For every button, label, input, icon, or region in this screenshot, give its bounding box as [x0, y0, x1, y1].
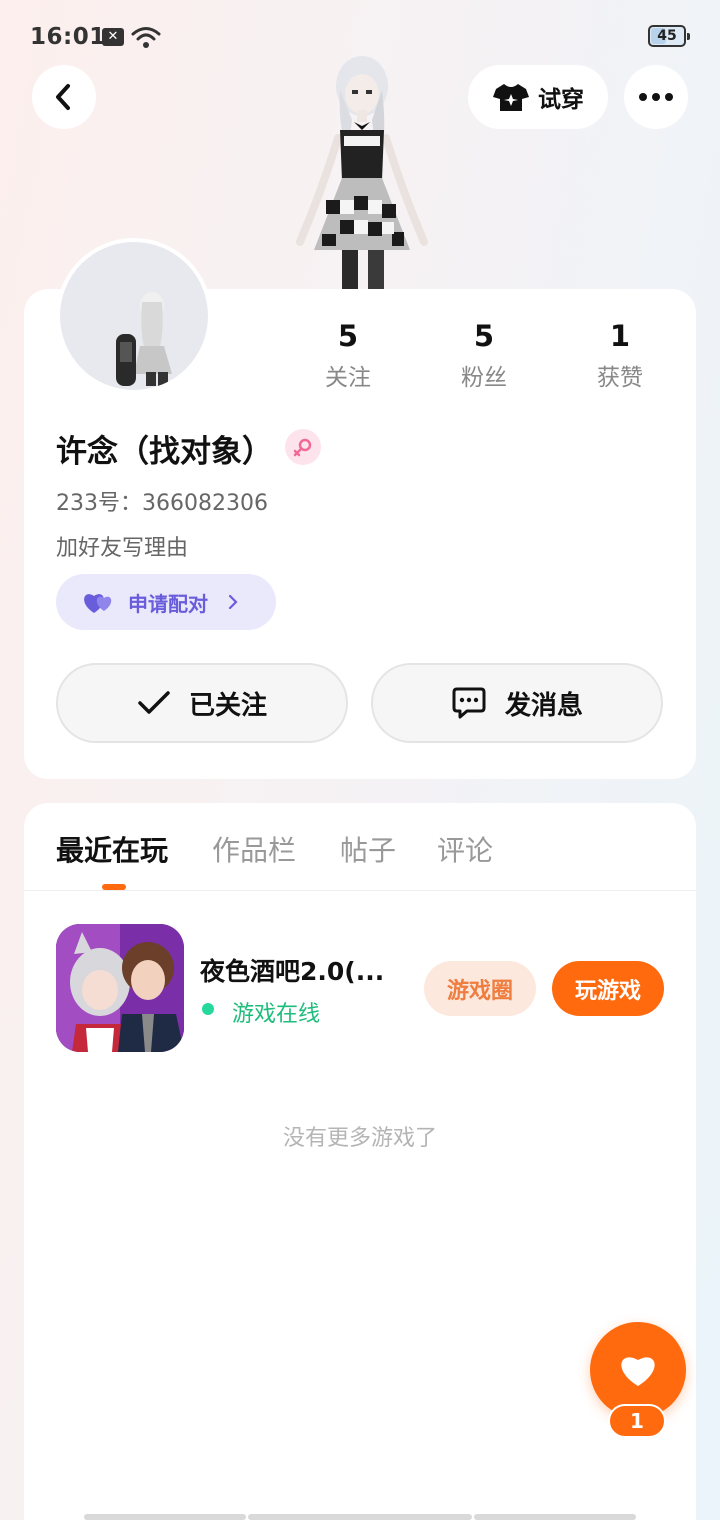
back-button[interactable]: [32, 65, 96, 129]
x-icon: ✕: [102, 28, 124, 46]
check-icon: [138, 691, 170, 714]
try-on-label: 试穿: [538, 87, 584, 113]
request-pair-button[interactable]: 申请配对: [56, 574, 276, 630]
stat-value: 5: [473, 319, 495, 353]
chevron-left-icon: [56, 84, 70, 110]
send-message-button[interactable]: 发消息: [371, 663, 663, 743]
stat-label: 获赞: [597, 365, 643, 391]
followed-button[interactable]: 已关注: [56, 663, 348, 743]
status-time: 16:01: [30, 24, 106, 50]
game-title[interactable]: 夜色酒吧2.0(...: [200, 952, 400, 988]
tshirt-icon: [493, 84, 529, 111]
stat-value: 1: [609, 319, 631, 353]
tab-comments[interactable]: 评论: [437, 829, 493, 869]
followed-label: 已关注: [188, 690, 267, 721]
request-pair-label: 申请配对: [128, 591, 208, 616]
bottom-divider: [248, 1514, 472, 1520]
online-dot: [202, 1003, 214, 1015]
stat-following[interactable]: 5 关注: [288, 318, 408, 392]
tab-works[interactable]: 作品栏: [212, 829, 296, 869]
avatar[interactable]: [56, 238, 212, 394]
content-card: [24, 803, 696, 1520]
heart-icon: [621, 1357, 655, 1386]
try-on-button[interactable]: 试穿: [468, 65, 608, 129]
game-icon[interactable]: [56, 924, 184, 1052]
stat-label: 粉丝: [461, 365, 507, 391]
tab-recently-played[interactable]: 最近在玩: [56, 829, 168, 869]
add-friend-reason: 加好友写理由: [56, 536, 189, 561]
bottom-divider: [474, 1514, 636, 1520]
avatar-image: [116, 292, 172, 386]
divider: [24, 890, 696, 891]
username: 许念（找对象）: [56, 434, 273, 470]
bottom-divider: [84, 1514, 246, 1520]
send-message-label: 发消息: [504, 690, 583, 721]
game-circle-button[interactable]: 游戏圈: [424, 961, 536, 1016]
stat-label: 关注: [325, 365, 371, 391]
battery-icon: 45: [648, 25, 690, 47]
message-icon: [452, 687, 486, 719]
avatar-character-image: [296, 56, 428, 290]
no-more-games-text: 没有更多游戏了: [282, 1126, 437, 1151]
more-options-button[interactable]: [624, 65, 688, 129]
game-online-status: 游戏在线: [232, 1002, 321, 1027]
account-id: 233号：366082306: [56, 491, 268, 516]
more-icon: [639, 93, 673, 101]
play-game-button[interactable]: 玩游戏: [552, 961, 664, 1016]
female-icon: [285, 429, 321, 465]
stat-value: 5: [337, 319, 359, 353]
wifi-icon: [131, 27, 161, 48]
battery-level: 45: [657, 28, 677, 44]
tab-posts[interactable]: 帖子: [340, 829, 396, 869]
stat-likes[interactable]: 1 获赞: [560, 318, 680, 392]
double-heart-icon: [84, 594, 112, 613]
like-count-badge: 1: [608, 1404, 666, 1438]
stat-followers[interactable]: 5 粉丝: [424, 318, 544, 392]
chevron-right-icon: [228, 594, 238, 610]
